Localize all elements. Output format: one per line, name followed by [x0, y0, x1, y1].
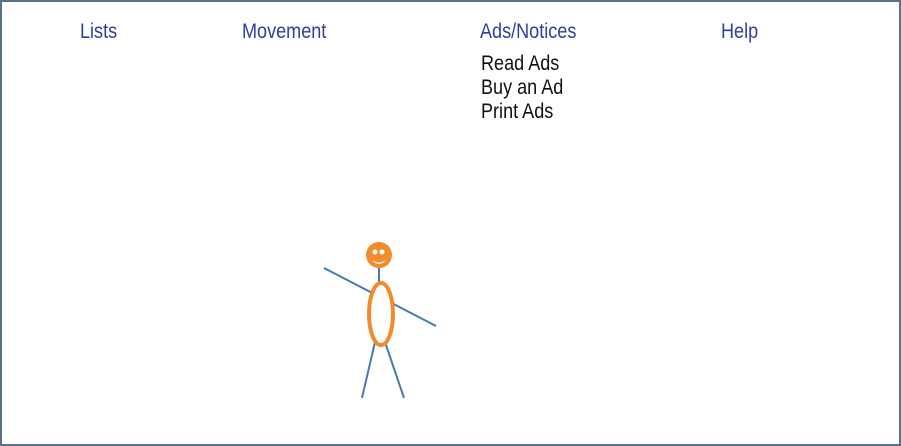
stick-figure-left-leg	[361, 341, 376, 399]
dropdown-item-buy-an-ad[interactable]: Buy an Ad	[481, 76, 601, 100]
stick-figure-body	[367, 281, 395, 347]
stick-figure-left-eye	[372, 249, 378, 255]
stick-figure-right-leg	[384, 341, 405, 399]
menu-ads-notices[interactable]: Ads/Notices	[480, 20, 576, 44]
stick-figure-svg	[323, 242, 437, 399]
menu-movement[interactable]: Movement	[242, 20, 326, 44]
stick-figure-head	[366, 242, 392, 268]
dropdown-item-print-ads[interactable]: Print Ads	[481, 100, 601, 124]
menu-help[interactable]: Help	[721, 20, 758, 44]
menu-lists[interactable]: Lists	[80, 20, 117, 44]
app-window: Lists Movement Ads/Notices Help Read Ads…	[0, 0, 901, 446]
stick-figure-icon[interactable]	[302, 222, 462, 422]
ads-notices-dropdown: Read Ads Buy an Ad Print Ads	[481, 52, 621, 124]
menu-bar: Lists Movement Ads/Notices Help	[2, 2, 899, 52]
dropdown-item-read-ads[interactable]: Read Ads	[481, 52, 601, 76]
stick-figure-right-eye	[379, 249, 385, 255]
